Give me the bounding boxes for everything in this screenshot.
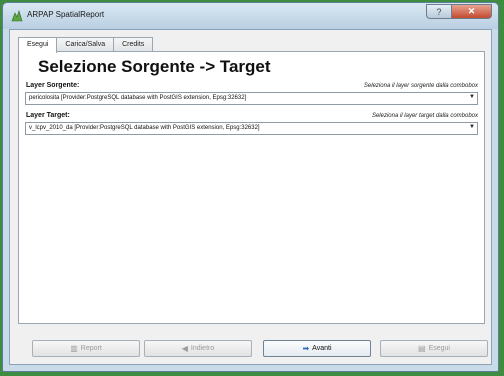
close-button[interactable]: ✕ [452,4,492,19]
page-title: Selezione Sorgente -> Target [38,57,271,76]
close-icon: ✕ [467,6,476,16]
help-icon: ? [436,6,442,17]
source-layer-value: pericolosita [Provider:PostgreSQL databa… [29,95,247,101]
title-bar[interactable]: ARPAP SpatialReport ? ✕ [3,3,498,29]
window-title: ARPAP SpatialReport [27,10,105,19]
target-layer-combobox[interactable]: v_lcpv_2010_da [Provider:PostgreSQL data… [25,122,478,135]
report-button[interactable]: ▥ Report [32,340,140,357]
source-layer-combobox[interactable]: pericolosita [Provider:PostgreSQL databa… [25,92,478,105]
run-icon: ▤ [418,344,426,353]
run-button[interactable]: ▤ Esegui [380,340,488,357]
window-controls: ? ✕ [426,4,492,19]
tab-credits[interactable]: Credits [113,37,154,52]
arrow-left-icon: ◀ [181,344,188,353]
target-layer-hint: Seleziona il layer target dalla combobox [371,113,478,119]
next-button[interactable]: ➡ Avanti [263,340,371,357]
arrow-right-icon: ➡ [302,344,310,353]
dialog-client-area: Esegui Carica/Salva Credits Selezione So… [9,29,492,365]
back-button[interactable]: ◀ Indietro [144,340,252,357]
tab-carica-salva[interactable]: Carica/Salva [56,37,115,52]
app-window: ARPAP SpatialReport ? ✕ Esegui Carica/Sa… [2,2,499,372]
source-layer-hint: Seleziona il layer sorgente dalla combob… [363,83,478,89]
help-button[interactable]: ? [426,4,452,19]
next-button-label: Avanti [312,345,332,352]
back-button-label: Indietro [190,345,215,352]
chevron-down-icon[interactable]: ▼ [469,94,475,100]
target-layer-value: v_lcpv_2010_da [Provider:PostgreSQL data… [29,125,260,131]
target-layer-label: Layer Target: [26,112,70,119]
run-button-label: Esegui [428,345,450,352]
report-icon: ▥ [70,344,78,353]
chevron-down-icon[interactable]: ▼ [469,124,475,130]
app-icon [11,10,23,22]
source-layer-label: Layer Sorgente: [26,82,80,89]
tab-esegui[interactable]: Esegui [18,37,58,53]
tab-bar: Esegui Carica/Salva Credits [18,37,154,53]
report-button-label: Report [80,345,102,352]
tab-panel-esegui: Selezione Sorgente -> Target Layer Sorge… [18,51,485,324]
